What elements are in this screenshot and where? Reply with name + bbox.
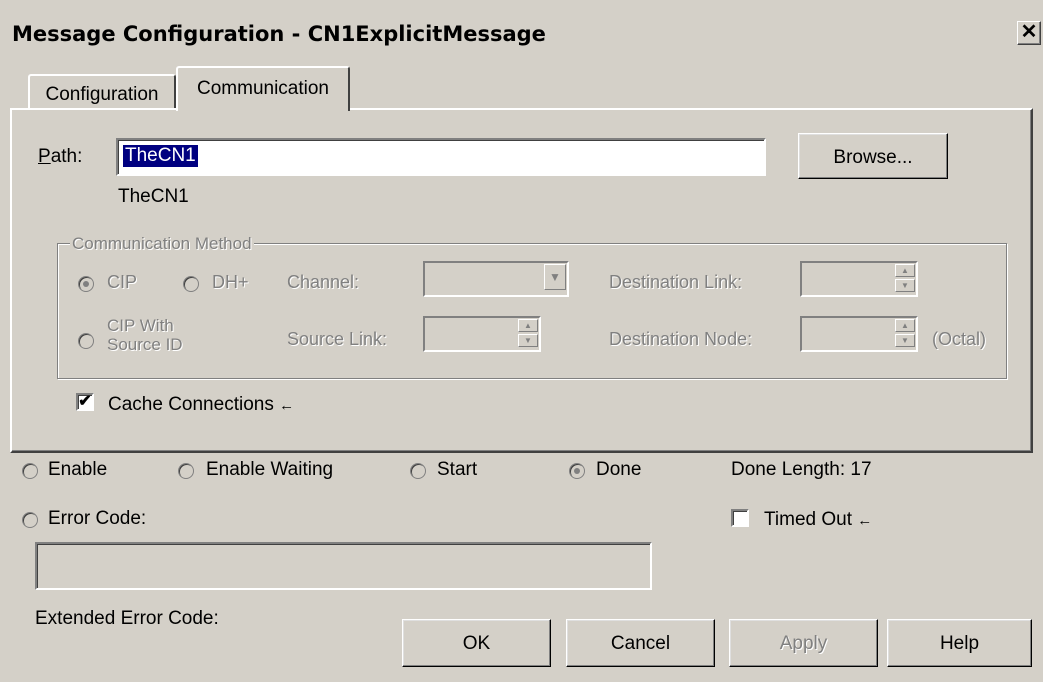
timed-out-text: Timed Out bbox=[764, 509, 852, 530]
spin-up-icon[interactable]: ▲ bbox=[518, 319, 538, 332]
close-icon: ✕ bbox=[1020, 21, 1038, 43]
cancel-button[interactable]: Cancel bbox=[566, 619, 715, 667]
spin-down-icon[interactable]: ▼ bbox=[518, 334, 538, 347]
window-title: Message Configuration - CN1ExplicitMessa… bbox=[12, 22, 546, 46]
spin-up-icon[interactable]: ▲ bbox=[895, 319, 915, 332]
path-resolved: TheCN1 bbox=[118, 186, 189, 207]
communication-method-label: Communication Method bbox=[70, 234, 254, 254]
checkmark-icon: ✔ bbox=[78, 393, 92, 410]
cip-with-source-label: CIP With Source ID bbox=[107, 316, 183, 354]
enable-label: Enable bbox=[48, 459, 108, 480]
tab-configuration[interactable]: Configuration bbox=[28, 74, 176, 110]
error-code-field bbox=[35, 542, 652, 590]
timed-out-checkbox bbox=[731, 509, 749, 527]
extended-error-code-label: Extended Error Code: bbox=[35, 608, 219, 629]
spin-down-icon[interactable]: ▼ bbox=[895, 279, 915, 292]
path-label: Path: bbox=[38, 146, 83, 167]
source-link-label: Source Link: bbox=[287, 329, 388, 349]
arrow-left-icon: ← bbox=[279, 397, 295, 414]
title-bar[interactable]: Message Configuration - CN1ExplicitMessa… bbox=[0, 0, 1043, 50]
close-button[interactable]: ✕ bbox=[1017, 21, 1041, 45]
cache-connections-checkbox[interactable]: ✔ bbox=[76, 393, 94, 411]
spin-up-icon[interactable]: ▲ bbox=[895, 264, 915, 277]
destination-node-label: Destination Node: bbox=[609, 329, 753, 349]
enable-waiting-radio bbox=[178, 463, 194, 479]
channel-label: Channel: bbox=[287, 272, 360, 292]
start-radio bbox=[410, 463, 426, 479]
ok-button-label: OK bbox=[462, 633, 491, 654]
apply-button[interactable]: Apply bbox=[729, 619, 878, 667]
tab-joint bbox=[180, 107, 348, 111]
done-radio bbox=[569, 463, 585, 479]
destination-link-label: Destination Link: bbox=[609, 272, 743, 292]
enable-radio bbox=[22, 463, 38, 479]
cip-radio[interactable] bbox=[78, 276, 94, 292]
browse-button[interactable]: Browse... bbox=[798, 133, 948, 179]
cache-connections-text: Cache Connections bbox=[108, 394, 274, 415]
path-label-rest: ath: bbox=[50, 146, 83, 167]
apply-button-label: Apply bbox=[779, 633, 828, 654]
tab-configuration-label: Configuration bbox=[45, 84, 159, 105]
error-code-label: Error Code: bbox=[48, 508, 147, 529]
cip-with-label-line2: Source ID bbox=[107, 335, 183, 354]
cache-connections-label: Cache Connections ← bbox=[108, 394, 294, 416]
help-button[interactable]: Help bbox=[887, 619, 1032, 667]
help-button-label: Help bbox=[939, 633, 980, 654]
octal-label: (Octal) bbox=[932, 329, 986, 349]
timed-out-label: Timed Out ← bbox=[764, 509, 872, 531]
tab-communication[interactable]: Communication bbox=[176, 66, 350, 111]
cip-with-label-line1: CIP With bbox=[107, 316, 174, 335]
done-label: Done bbox=[596, 459, 642, 480]
enable-waiting-label: Enable Waiting bbox=[206, 459, 334, 480]
destination-link-spinner[interactable]: ▲ ▼ bbox=[800, 261, 918, 297]
cip-with-source-radio[interactable] bbox=[78, 333, 94, 349]
error-code-radio bbox=[22, 512, 38, 528]
path-input-value: TheCN1 bbox=[123, 145, 198, 167]
source-link-spinner[interactable]: ▲ ▼ bbox=[423, 316, 541, 352]
arrow-left-icon: ← bbox=[857, 512, 873, 529]
start-label: Start bbox=[437, 459, 478, 480]
ok-button[interactable]: OK bbox=[402, 619, 551, 667]
channel-dropdown[interactable]: ▼ bbox=[423, 261, 569, 297]
spin-down-icon[interactable]: ▼ bbox=[895, 334, 915, 347]
cancel-button-label: Cancel bbox=[610, 633, 671, 654]
cip-label: CIP bbox=[107, 272, 138, 292]
path-input[interactable]: TheCN1 bbox=[116, 138, 766, 176]
done-length: Done Length: 17 bbox=[731, 459, 872, 480]
dropdown-arrow-icon[interactable]: ▼ bbox=[544, 264, 566, 290]
dhplus-label: DH+ bbox=[212, 272, 249, 292]
browse-button-label: Browse... bbox=[833, 147, 913, 168]
message-configuration-dialog: Message Configuration - CN1ExplicitMessa… bbox=[0, 0, 1043, 682]
dhplus-radio[interactable] bbox=[183, 276, 199, 292]
destination-node-spinner[interactable]: ▲ ▼ bbox=[800, 316, 918, 352]
tab-communication-label: Communication bbox=[197, 78, 329, 99]
